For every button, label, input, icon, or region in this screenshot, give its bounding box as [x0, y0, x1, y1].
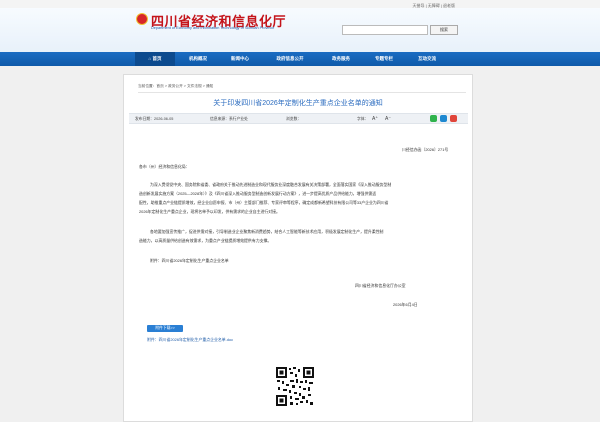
attachment-download-button[interactable]: 附件下载>>: [147, 325, 183, 332]
sign-date: 2026年6月4日: [393, 302, 418, 307]
breadcrumb[interactable]: 当前位置：首页 > 政务公开 > 文件法规 > 通知: [138, 84, 213, 89]
home-icon: ⌂: [148, 56, 152, 61]
salutation: 各市（州）经济和信息化局：: [139, 164, 190, 169]
body-line: 为深入贯彻党中央、国务院和省委、省政府关于推动先进制造业和现代服务业深度融合发展…: [150, 182, 392, 187]
search-input[interactable]: [342, 25, 428, 35]
body-line: 配性，助推重点产业链提质增效，经企业自愿申报、市（州）主管部门推荐、专家评审等程…: [139, 200, 389, 205]
wechat-share-icon[interactable]: [430, 115, 437, 122]
main-nav: ⌂ 首页 机构概况 新闻中心 政府信息公开 政务服务 专题专栏 互动交流: [0, 52, 600, 66]
weibo-share-icon[interactable]: [440, 115, 447, 122]
top-utility-bar: [0, 0, 600, 8]
signer: 四川省经济和信息化厅办公室: [355, 283, 406, 288]
font-size-label: 字体：: [357, 117, 369, 121]
info-source: 信息来源：系行产业处: [210, 117, 248, 121]
nav-interaction[interactable]: 互动交流: [406, 52, 448, 66]
nav-services[interactable]: 政务服务: [320, 52, 362, 66]
body-line: 各地要加强宣传推广，促进供需对接，引导制造业企业聚焦新消费趋势，结合人工智能等新…: [150, 229, 384, 234]
qr-code-graphic: [275, 366, 315, 407]
qr-code: [275, 366, 315, 407]
doc-number: 川经信办函〔2026〕271号: [402, 147, 449, 152]
font-increase-button[interactable]: A⁺: [372, 116, 378, 122]
font-decrease-button[interactable]: A⁻: [385, 116, 391, 122]
body-line: 造创新发展实施方案（2025—2028年）》及《四川省深入推动服务型制造创新发展…: [139, 191, 377, 196]
site-title-en: Department of Economy and Information Te…: [151, 26, 275, 30]
nav-label: 首页: [152, 56, 162, 61]
nav-home[interactable]: ⌂ 首页: [135, 52, 175, 66]
print-icon[interactable]: [450, 115, 457, 122]
site-header: [0, 8, 600, 52]
nav-about[interactable]: 机构概况: [178, 52, 218, 66]
body-line: 2026年定制化生产重点企业，现将名单予以印发，供有需求的企业自主进行对接。: [139, 209, 280, 214]
publish-date: 发布日期：2026-06-05: [135, 117, 174, 121]
divider: [138, 92, 466, 93]
nav-topics[interactable]: 专题专栏: [364, 52, 404, 66]
nav-gov-info[interactable]: 政府信息公开: [262, 52, 318, 66]
attachment-file-link[interactable]: 附件：四川省2026年定制化生产重点企业名单.doc: [147, 337, 233, 343]
attachment-reference: 附件：四川省2026年定制化生产重点企业名单: [150, 258, 229, 263]
search-button[interactable]: 搜索: [430, 25, 458, 35]
nav-news[interactable]: 新闻中心: [220, 52, 260, 66]
body-line: 造能力，以高质量供给创造有效需求，为重点产业链提质增效提供有力支撑。: [139, 238, 272, 243]
national-emblem-icon: [136, 13, 148, 25]
page-title: 关于印发四川省2026年定制化生产重点企业名单的通知: [213, 100, 383, 107]
view-count: 浏览数：: [286, 117, 302, 121]
